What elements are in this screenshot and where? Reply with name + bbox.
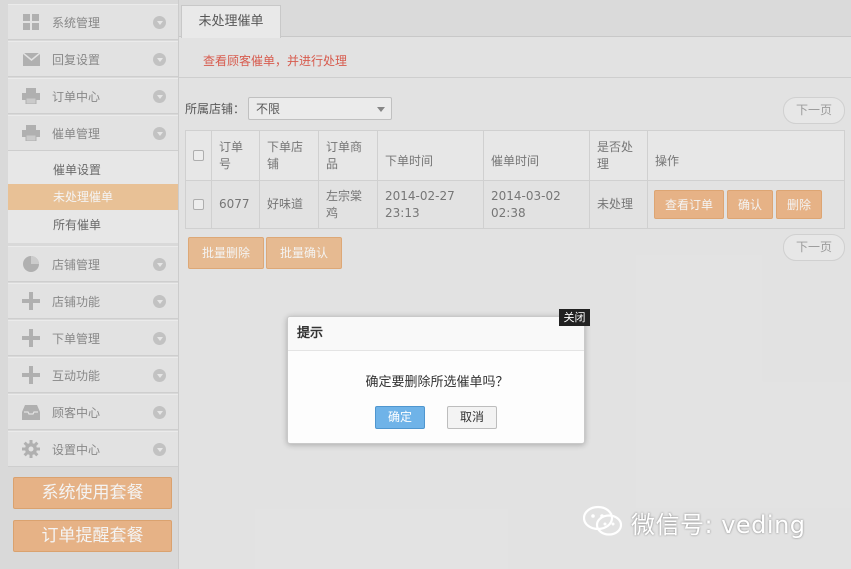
confirm-dialog: 提示 确定要删除所选催单吗？ 确定 取消: [287, 316, 585, 444]
dialog-cancel-button[interactable]: 取消: [447, 406, 497, 429]
modal-overlay: [0, 0, 851, 569]
dialog-close-button[interactable]: 关闭: [559, 309, 590, 326]
dialog-message: 确定要删除所选催单吗？: [365, 375, 509, 390]
watermark: 微信号: veding: [582, 505, 806, 540]
wechat-icon: [582, 505, 623, 540]
dialog-title: 提示: [288, 317, 584, 351]
dialog-ok-button[interactable]: 确定: [375, 406, 425, 429]
watermark-text: 微信号: veding: [631, 511, 806, 539]
